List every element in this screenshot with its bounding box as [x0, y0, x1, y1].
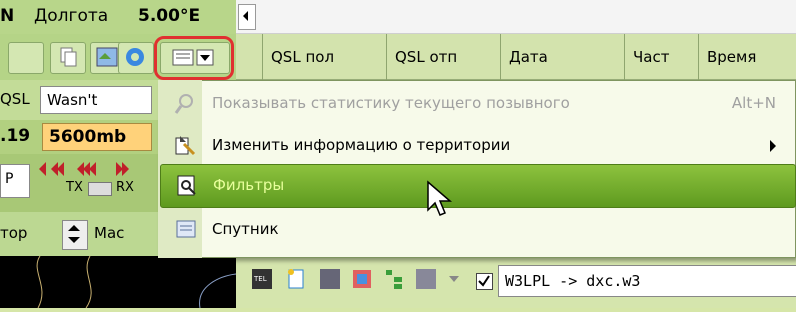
column-header-date[interactable]: Дата [500, 34, 624, 80]
map-view[interactable] [0, 255, 237, 309]
filter-icon [177, 175, 196, 196]
telnet-icon[interactable]: TEL [250, 267, 274, 291]
menu-item-shortcut: Alt+N [731, 94, 776, 112]
arrow-left-icon [243, 11, 248, 21]
latitude-suffix: N [0, 6, 15, 26]
tree-view-icon[interactable] [382, 267, 406, 291]
longitude-value: 5.00°E [138, 6, 201, 26]
column-header-frequency[interactable]: Част [624, 34, 698, 80]
checkmark-icon [478, 275, 490, 287]
cluster-checkbox[interactable] [476, 273, 493, 290]
frequency-value: .19 [0, 126, 31, 146]
coordinates-bar: N Долгота 5.00°E [0, 0, 236, 34]
cluster-server-field[interactable]: W3LPL -> dxc.w3 [498, 265, 796, 297]
menu-item-label: Спутник [212, 220, 279, 238]
browser-button[interactable] [118, 42, 154, 74]
chevron-down-icon[interactable] [446, 271, 462, 287]
scale-spinner[interactable] [62, 220, 88, 250]
menu-item-label: Фильтры [213, 176, 285, 194]
p-button[interactable]: P [0, 164, 30, 198]
scale-label: Мас [94, 224, 125, 242]
cluster-toolbar: TEL W3LPL -> dxc.w3 [236, 250, 796, 308]
territory-edit-icon [175, 136, 196, 156]
magnifier-icon [174, 94, 193, 114]
toolbar-button-1[interactable] [8, 42, 44, 74]
new-document-icon[interactable] [284, 267, 308, 291]
menu-item-filters[interactable]: Фильтры [160, 164, 796, 208]
column-header-time[interactable]: Время [698, 34, 796, 80]
spinner-arrows-icon [68, 225, 80, 243]
menu-item-satellite[interactable]: Спутник [160, 208, 794, 252]
tx-indicator [88, 182, 112, 196]
internet-explorer-icon [126, 48, 144, 66]
qsl-label: QSL [0, 90, 30, 108]
longitude-label: Долгота [34, 6, 109, 26]
highlight-callout [154, 36, 234, 80]
menu-item-label: Показывать статистику текущего позывного [212, 94, 570, 112]
network-icon[interactable] [350, 267, 374, 291]
top-scrollbar[interactable] [236, 0, 796, 34]
scroll-left-button[interactable] [238, 4, 256, 30]
rewind-arrows-icon [39, 162, 129, 176]
rx-label: RX [116, 180, 134, 195]
menu-item-edit-territory[interactable]: Изменить информацию о территории [160, 124, 794, 168]
submenu-arrow-icon [770, 140, 776, 152]
telnet-disconnect-icon[interactable] [318, 267, 342, 291]
tx-label: TX [66, 180, 83, 195]
satellite-icon [176, 220, 196, 238]
copy-icon [60, 47, 77, 67]
column-header-qsl-sent[interactable]: QSL отп [386, 34, 500, 80]
column-header-qsl-received[interactable]: QSL пол [262, 34, 386, 80]
menu-item-show-callsign-stats[interactable]: Показывать статистику текущего позывного… [160, 82, 794, 126]
copy-button[interactable] [50, 42, 86, 74]
map-outline [36, 255, 237, 309]
mouse-cursor-icon [427, 180, 453, 216]
menu-item-label: Изменить информацию о территории [212, 136, 511, 154]
svg-text:TEL: TEL [253, 275, 267, 283]
qsl-field[interactable]: Wasn't [40, 86, 152, 114]
rotor-label: тор [0, 224, 28, 242]
pressure-value: 5600mb [42, 123, 152, 151]
telnet-settings-icon[interactable] [414, 267, 438, 291]
